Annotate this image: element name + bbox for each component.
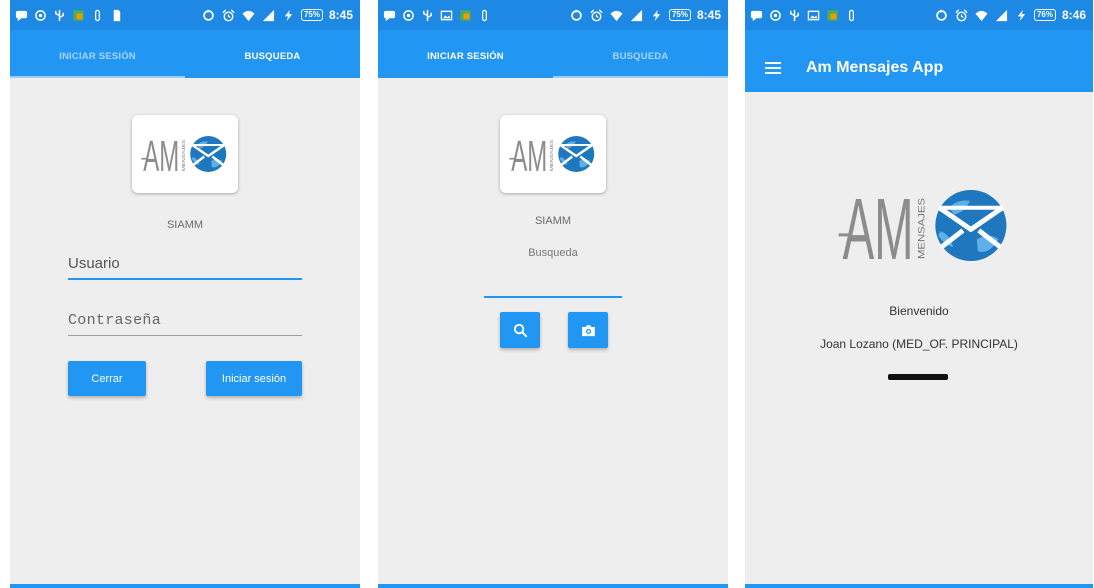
signal-icon [630, 9, 643, 22]
system-icons [202, 8, 295, 22]
sync-icon [570, 8, 583, 22]
tab-busqueda[interactable]: BUSQUEDA [185, 30, 360, 78]
tab-busqueda[interactable]: BUSQUEDA [553, 30, 728, 78]
login-button[interactable]: Iniciar sesión [206, 361, 302, 396]
navigation-bar-edge [378, 584, 728, 588]
whatsapp-icon [769, 9, 782, 22]
charging-icon [1015, 9, 1028, 22]
home-screen: 76% 8:46 Am Mensajes App AM MENSAJES Bie… [745, 0, 1093, 588]
search-screen: 75% 8:45 INICIAR SESIÓN BUSQUEDA AM MENS… [378, 0, 728, 588]
tab-iniciar-sesion[interactable]: INICIAR SESIÓN [378, 30, 553, 78]
charging-icon [282, 9, 295, 22]
login-screen: 75% 8:45 INICIAR SESIÓN BUSQUEDA AM MENS… [10, 0, 360, 588]
chat-icon [15, 9, 28, 22]
app-name: SIAMM [534, 215, 572, 227]
menu-icon[interactable] [764, 60, 782, 76]
tab-bar: INICIAR SESIÓN BUSQUEDA [378, 30, 728, 78]
search-button[interactable] [500, 312, 540, 348]
redacted-text [888, 374, 948, 380]
photo-icon [72, 9, 85, 22]
usb-icon [788, 9, 801, 22]
password-field[interactable] [68, 308, 302, 336]
photo-icon [459, 9, 472, 22]
battery-level: 76% [1033, 9, 1056, 21]
photo-icon [826, 9, 839, 22]
wifi-icon [975, 9, 988, 22]
am-mensajes-logo: AM MENSAJES [838, 188, 1007, 263]
signal-icon [995, 9, 1008, 22]
tab-iniciar-sesion[interactable]: INICIAR SESIÓN [10, 30, 185, 78]
logo-card: AM MENSAJES [132, 115, 238, 193]
am-mensajes-logo: AM MENSAJES [141, 135, 227, 173]
camera-icon [580, 322, 597, 339]
system-status-group: 76% 8:46 [935, 8, 1086, 22]
logo-card: AM MENSAJES [500, 115, 606, 193]
navigation-bar-edge [10, 584, 360, 588]
notification-icons [383, 9, 491, 22]
alarm-icon [955, 8, 968, 22]
usb-icon [421, 9, 434, 22]
usb-icon [53, 9, 66, 22]
notification-icons [15, 9, 123, 22]
alarm-icon [590, 8, 603, 22]
tab-indicator [553, 76, 728, 78]
close-button[interactable]: Cerrar [68, 361, 146, 396]
system-status-group: 75% 8:45 [202, 8, 353, 22]
system-icons [935, 8, 1028, 22]
app-name: SIAMM [166, 219, 204, 231]
system-icons [570, 8, 663, 22]
wifi-icon [610, 9, 623, 22]
charging-icon [650, 9, 663, 22]
alarm-icon [222, 8, 235, 22]
status-bar: 75% 8:45 [10, 0, 360, 30]
search-icon [512, 322, 529, 339]
whatsapp-icon [34, 9, 47, 22]
status-bar: 76% 8:46 [745, 0, 1093, 30]
svg-text:AM: AM [143, 135, 179, 173]
user-name: Joan Lozano (MED_OF. PRINCIPAL) [820, 337, 1018, 351]
image-icon [440, 9, 453, 22]
signal-icon [262, 9, 275, 22]
svg-text:AM: AM [511, 135, 547, 173]
svg-text:MENSAJES: MENSAJES [549, 140, 554, 171]
search-input[interactable] [484, 270, 622, 298]
tab-indicator [10, 76, 185, 78]
camera-button[interactable] [568, 312, 608, 348]
battery-level: 75% [668, 9, 691, 21]
sync-icon [935, 8, 948, 22]
logo: AM MENSAJES [838, 188, 1012, 263]
notification-icons [750, 9, 858, 22]
screen-subtitle: Busqueda [528, 247, 578, 259]
svg-text:MENSAJES: MENSAJES [917, 198, 927, 259]
wifi-icon [242, 9, 255, 22]
status-bar: 75% 8:45 [378, 0, 728, 30]
svg-text:AM: AM [843, 188, 914, 263]
chat-icon [750, 9, 763, 22]
clip-icon [91, 9, 104, 22]
sync-icon [202, 8, 215, 22]
toolbar-title: Am Mensajes App [806, 59, 944, 76]
clock: 8:46 [1061, 8, 1086, 22]
clock: 8:45 [696, 8, 721, 22]
chat-icon [383, 9, 396, 22]
sim-icon [110, 9, 123, 22]
tab-bar: INICIAR SESIÓN BUSQUEDA [10, 30, 360, 78]
svg-text:MENSAJES: MENSAJES [181, 140, 186, 171]
system-status-group: 75% 8:45 [570, 8, 721, 22]
welcome-text: Bienvenido [889, 304, 949, 318]
username-field[interactable] [68, 252, 302, 280]
navigation-bar-edge [745, 584, 1093, 588]
am-mensajes-logo: AM MENSAJES [509, 135, 595, 173]
whatsapp-icon [402, 9, 415, 22]
image-icon [807, 9, 820, 22]
clip-icon [845, 9, 858, 22]
clock: 8:45 [328, 8, 353, 22]
clip-icon [478, 9, 491, 22]
battery-level: 75% [300, 9, 323, 21]
